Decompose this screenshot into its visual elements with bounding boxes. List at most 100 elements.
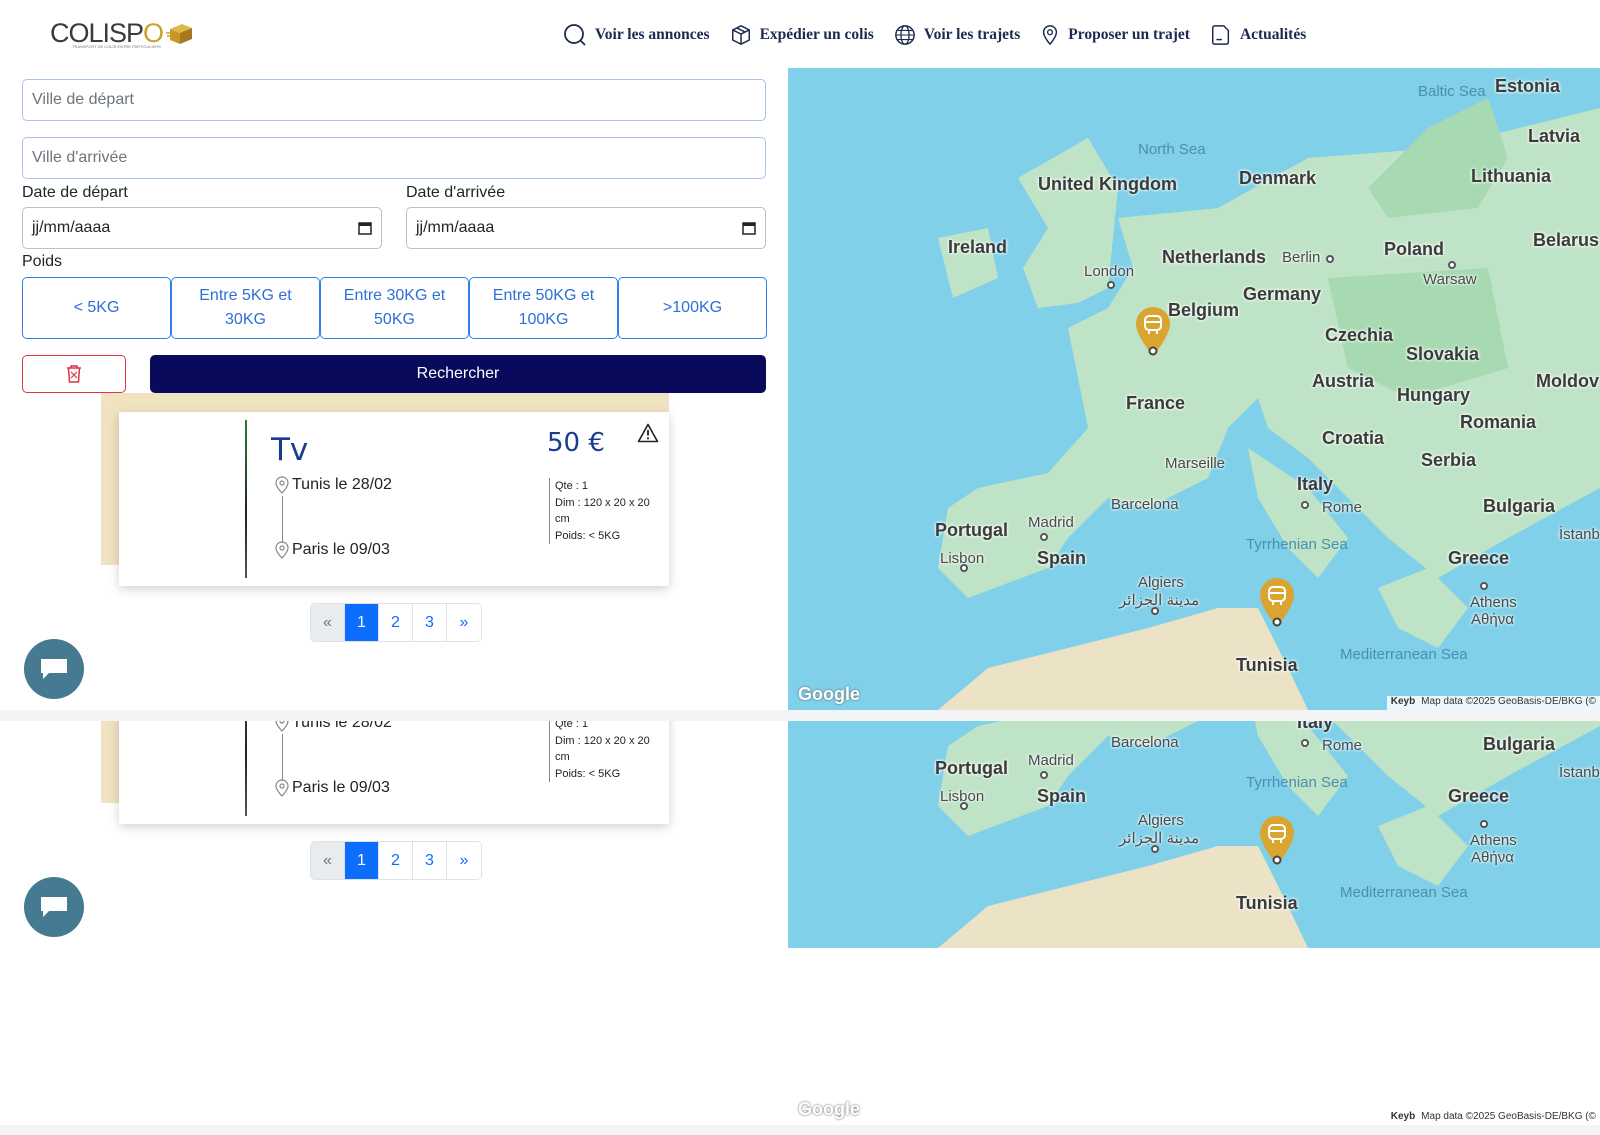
departure-city-input[interactable]: Ville de départ [22,79,766,121]
listing-price: 50 € [547,428,605,458]
city-label: Warsaw [1423,271,1477,288]
country-label: Belarus [1533,230,1600,250]
weight-30-50kg-button[interactable]: Entre 30KG et 50KG [320,277,469,339]
search-panel-scrolled: Ville de départ Ville d'arrivée Date de … [0,721,1600,1125]
country-label: Estonia [1495,76,1561,96]
departure-date-input[interactable]: jj/mm/aaaa [22,207,382,249]
origin-text: Tunis le 28/02 [292,476,392,493]
google-logo: Google [798,684,860,704]
news-icon [1211,25,1230,45]
pagination-next[interactable]: » [447,604,481,641]
country-label: Serbia [1421,450,1477,470]
map-pin-icon [275,476,289,494]
country-label: Italy [1297,721,1334,732]
country-label: Portugal [935,520,1009,540]
city-dot [1301,501,1309,509]
keyboard-shortcuts-link[interactable]: Keyb [1391,696,1415,707]
listing-qty: Qte : 1 [555,721,589,730]
card-divider [245,721,247,816]
departure-placeholder: Ville de départ [32,91,134,108]
city-label: Athens [1470,594,1517,611]
country-label: Spain [1037,548,1087,568]
city-dot [1107,281,1115,289]
city-label: Rome [1322,737,1363,754]
nav-expedier-colis[interactable]: Expédier un colis [730,24,874,46]
weight-5-30kg-button[interactable]: Entre 5KG et 30KG [171,277,320,339]
country-label: Spain [1037,786,1087,806]
trip-marker-tunis[interactable] [1258,815,1296,867]
calendar-icon[interactable] [358,221,372,235]
pagination-page-3[interactable]: 3 [413,604,447,641]
weight-50-100kg-button[interactable]: Entre 50KG et 100KG [469,277,618,339]
listing-card[interactable]: Tv Tunis le 28/02 Paris le 09/03 50 € Qt… [119,721,669,824]
country-label: Hungary [1397,385,1471,405]
nav-label: Expédier un colis [759,26,874,43]
nav-label: Voir les annonces [595,26,710,43]
country-label: Croatia [1322,428,1385,448]
nav-label: Proposer un trajet [1068,26,1190,43]
pagination-prev[interactable]: « [311,842,345,879]
country-label: France [1126,393,1186,413]
trip-map[interactable]: Baltic Sea North Sea Tyrrhenian Sea Medi… [788,68,1600,710]
listing-origin: Tunis le 28/02 [274,476,392,494]
map-pin-icon [275,541,289,559]
weight-lt-5kg-button[interactable]: < 5KG [22,277,171,339]
trip-marker-paris[interactable] [1134,306,1172,358]
nav-proposer-trajet[interactable]: Proposer un trajet [1040,24,1190,46]
nav-actualites[interactable]: Actualités [1210,24,1306,46]
pagination-prev[interactable]: « [311,604,345,641]
country-label: United Kingdom [1038,174,1177,194]
date-placeholder: jj/mm/aaaa [416,219,495,236]
calendar-icon[interactable] [742,221,756,235]
listing-qty: Qte : 1 [555,480,589,492]
country-label: Austria [1312,371,1375,391]
keyboard-shortcuts-link[interactable]: Keyb [1391,1111,1415,1122]
search-panel-top: Ville de départ Ville d'arrivée Date de … [0,68,1600,710]
country-label: Germany [1243,284,1322,304]
country-label: Greece [1448,786,1510,806]
weight-gt-100kg-button[interactable]: >100KG [618,277,767,339]
clear-filters-button[interactable] [22,355,126,393]
pagination-page-1[interactable]: 1 [345,842,379,879]
destination-text: Paris le 09/03 [292,541,390,558]
route-line [282,734,283,781]
colispo-logo[interactable]: COLISPO TRANSPORT DE COLIS ENTRE PARTICU… [50,18,200,54]
country-label: Romania [1460,412,1537,432]
pagination-page-1[interactable]: 1 [345,604,379,641]
chat-button[interactable] [24,639,84,699]
listing-dim: Dim : 120 x 20 x 20 cm [555,496,650,526]
city-label: İstanbu [1559,526,1600,543]
report-warning-icon[interactable] [637,423,659,443]
package-icon [731,25,750,45]
city-dot [960,564,968,572]
chat-button[interactable] [24,877,84,937]
card-divider [245,420,247,578]
route-line [282,496,283,543]
map-attribution[interactable]: Keyb Map data ©2025 GeoBasis-DE/BKG (© [1386,1111,1600,1125]
listing-destination: Paris le 09/03 [274,779,390,797]
trip-map[interactable]: Baltic Sea North Sea Tyrrhenian Sea Medi… [788,721,1600,948]
arrival-date-input[interactable]: jj/mm/aaaa [406,207,766,249]
sea-label: Tyrrhenian Sea [1246,536,1348,553]
trip-marker-tunis[interactable] [1258,577,1296,629]
weight-label: Poids [22,253,63,270]
sea-label: North Sea [1138,141,1206,158]
pagination-page-2[interactable]: 2 [379,842,413,879]
city-dot [1480,820,1488,828]
listing-card[interactable]: Tv Tunis le 28/02 Paris le 09/03 50 € Qt… [119,412,669,586]
nav-voir-trajets[interactable]: Voir les trajets [894,24,1020,46]
city-label: Αθήνα [1471,849,1514,866]
search-button[interactable]: Rechercher [150,355,766,393]
city-dot [1040,771,1048,779]
country-label: Ireland [948,237,1008,257]
pagination-page-2[interactable]: 2 [379,604,413,641]
pagination-page-3[interactable]: 3 [413,842,447,879]
arrival-city-input[interactable]: Ville d'arrivée [22,137,766,179]
header: COLISPO TRANSPORT DE COLIS ENTRE PARTICU… [0,0,1600,68]
city-dot [1480,582,1488,590]
pagination-next[interactable]: » [447,842,481,879]
map-attribution[interactable]: Keyb Map data ©2025 GeoBasis-DE/BKG (© [1386,696,1600,710]
sea-label: Baltic Sea [1418,83,1486,100]
country-label: Belgium [1168,300,1240,320]
nav-voir-annonces[interactable]: Voir les annonces [563,23,710,47]
